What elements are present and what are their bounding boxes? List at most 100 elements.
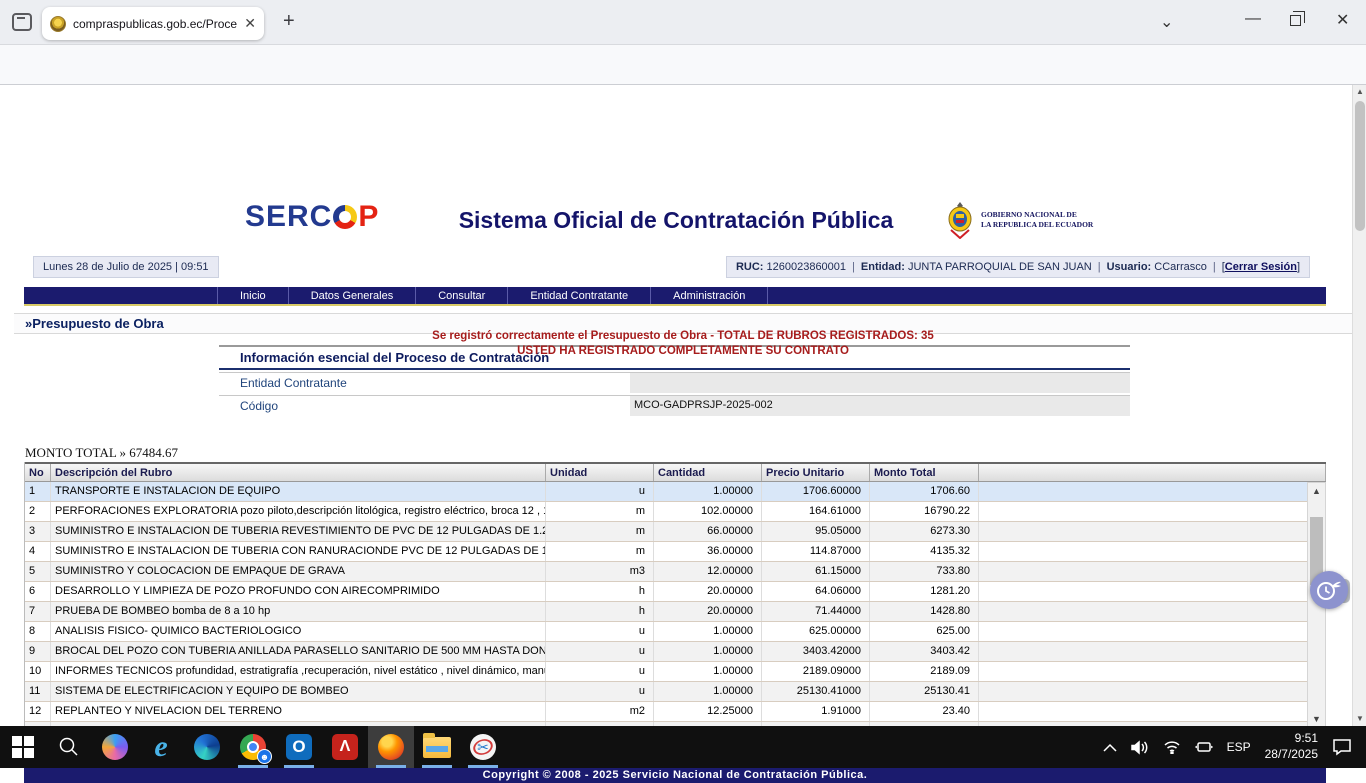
table-row[interactable]: 3SUMINISTRO E INSTALACION DE TUBERIA REV…	[25, 522, 1326, 542]
scroll-up-icon[interactable]: ▲	[1353, 85, 1366, 99]
cell-filler	[979, 482, 1326, 501]
taskbar-chrome-button[interactable]: ☻	[230, 726, 276, 768]
main-menu: InicioDatos GeneralesConsultarEntidad Co…	[24, 287, 1326, 306]
cell-no: 1	[25, 482, 51, 501]
scroll-down-icon[interactable]: ▼	[1353, 712, 1366, 726]
monto-total-label: MONTO TOTAL » 67484.67	[25, 445, 178, 461]
cell-no: 9	[25, 642, 51, 661]
firefox-view-icon[interactable]	[12, 13, 32, 31]
minimize-button[interactable]: —	[1245, 10, 1261, 28]
table-scroll-down-icon[interactable]: ▼	[1308, 711, 1325, 727]
browser-scrollbar[interactable]: ▲ ▼	[1352, 85, 1366, 726]
info-row-entidad: Entidad Contratante	[219, 372, 1130, 393]
language-indicator[interactable]: ESP	[1227, 740, 1251, 754]
cell-cantidad: 1.00000	[654, 682, 762, 701]
cell-filler	[979, 702, 1326, 721]
column-header-unidad[interactable]: Unidad	[546, 464, 654, 481]
table-scroll-up-icon[interactable]: ▲	[1308, 483, 1325, 499]
session-bar: RUC: 1260023860001 | Entidad: JUNTA PARR…	[726, 256, 1310, 278]
cell-descripcion: SUMINISTRO Y COLOCACION DE EMPAQUE DE GR…	[51, 562, 546, 581]
restore-button[interactable]	[1290, 12, 1301, 26]
cell-no: 11	[25, 682, 51, 701]
info-label: Código	[219, 396, 630, 416]
table-body: 1TRANSPORTE E INSTALACION DE EQUIPOu1.00…	[25, 482, 1326, 728]
cell-unidad: m	[546, 502, 654, 521]
cell-monto_total: 4135.32	[870, 542, 979, 561]
extension-clock-badge[interactable]	[1310, 571, 1348, 609]
logout-link[interactable]: Cerrar Sesión	[1225, 261, 1297, 273]
start-button[interactable]	[0, 726, 46, 768]
taskbar-search-button[interactable]	[46, 726, 92, 768]
cell-no: 8	[25, 622, 51, 641]
menu-item-inicio[interactable]: Inicio	[217, 287, 288, 304]
cell-cantidad: 12.00000	[654, 562, 762, 581]
cell-cantidad: 1.00000	[654, 482, 762, 501]
government-emblem: GOBIERNO NACIONAL DE LA REPUBLICA DEL EC…	[945, 201, 1093, 239]
cell-filler	[979, 522, 1326, 541]
list-tabs-chevron-icon[interactable]: ⌄	[1160, 12, 1173, 32]
cell-precio_unitario: 95.05000	[762, 522, 870, 541]
cell-monto_total: 625.00	[870, 622, 979, 641]
cell-unidad: u	[546, 662, 654, 681]
menu-item-datos-generales[interactable]: Datos Generales	[288, 287, 416, 304]
column-header-precio-unitario[interactable]: Precio Unitario	[762, 464, 870, 481]
table-row[interactable]: 11SISTEMA DE ELECTRIFICACION Y EQUIPO DE…	[25, 682, 1326, 702]
clock[interactable]: 9:51 28/7/2025	[1265, 731, 1318, 762]
taskbar-edge-button[interactable]	[184, 726, 230, 768]
cell-no: 5	[25, 562, 51, 581]
cell-precio_unitario: 25130.41000	[762, 682, 870, 701]
tab-close-icon[interactable]: ✕	[244, 15, 256, 32]
cell-unidad: u	[546, 642, 654, 661]
cell-descripcion: PERFORACIONES EXPLORATORIA pozo piloto,d…	[51, 502, 546, 521]
taskbar-ie-button[interactable]: e	[138, 726, 184, 768]
footer-copyright: Copyright © 2008 - 2025 Servicio Naciona…	[24, 767, 1326, 783]
taskbar-snipping-button[interactable]: ✂	[460, 726, 506, 768]
tray-time: 9:51	[1265, 731, 1318, 747]
taskbar-acrobat-button[interactable]: Λ	[322, 726, 368, 768]
cell-descripcion: PRUEBA DE BOMBEO bomba de 8 a 10 hp	[51, 602, 546, 621]
cell-cantidad: 1.00000	[654, 622, 762, 641]
cell-monto_total: 3403.42	[870, 642, 979, 661]
outlook-icon: O	[286, 734, 312, 760]
close-window-button[interactable]: ✕	[1336, 10, 1349, 30]
table-row[interactable]: 1TRANSPORTE E INSTALACION DE EQUIPOu1.00…	[25, 482, 1326, 502]
taskbar-firefox-button[interactable]	[368, 726, 414, 768]
table-row[interactable]: 12REPLANTEO Y NIVELACION DEL TERRENOm212…	[25, 702, 1326, 722]
taskbar-outlook-button[interactable]: O	[276, 726, 322, 768]
menu-item-entidad-contratante[interactable]: Entidad Contratante	[507, 287, 650, 304]
menu-item-administracion[interactable]: Administración	[650, 287, 768, 304]
column-header-cantidad[interactable]: Cantidad	[654, 464, 762, 481]
taskbar-explorer-button[interactable]	[414, 726, 460, 768]
menu-item-consultar[interactable]: Consultar	[415, 287, 507, 304]
table-row[interactable]: 6DESARROLLO Y LIMPIEZA DE POZO PROFUNDO …	[25, 582, 1326, 602]
table-row[interactable]: 10INFORMES TECNICOS profundidad, estrati…	[25, 662, 1326, 682]
cell-unidad: h	[546, 582, 654, 601]
display-connect-icon[interactable]	[1195, 740, 1213, 754]
table-row[interactable]: 9BROCAL DEL POZO CON TUBERIA ANILLADA PA…	[25, 642, 1326, 662]
wifi-icon[interactable]	[1163, 740, 1181, 754]
cell-filler	[979, 582, 1326, 601]
table-row[interactable]: 2PERFORACIONES EXPLORATORIA pozo piloto,…	[25, 502, 1326, 522]
search-icon	[57, 735, 81, 759]
cell-filler	[979, 602, 1326, 621]
column-header-monto-total[interactable]: Monto Total	[870, 464, 979, 481]
column-header-no[interactable]: No	[25, 464, 51, 481]
volume-icon[interactable]	[1131, 740, 1149, 755]
browser-tab[interactable]: compraspublicas.gob.ec/Proce ✕	[42, 7, 264, 40]
cell-no: 7	[25, 602, 51, 621]
cell-no: 2	[25, 502, 51, 521]
table-row[interactable]: 4SUMINISTRO E INSTALACION DE TUBERIA CON…	[25, 542, 1326, 562]
notification-center-icon[interactable]	[1332, 738, 1352, 756]
table-row[interactable]: 7PRUEBA DE BOMBEO bomba de 8 a 10 hph20.…	[25, 602, 1326, 622]
cell-descripcion: SUMINISTRO E INSTALACION DE TUBERIA CON …	[51, 542, 546, 561]
cell-no: 12	[25, 702, 51, 721]
taskbar-copilot-button[interactable]	[92, 726, 138, 768]
government-label: GOBIERNO NACIONAL DE LA REPUBLICA DEL EC…	[981, 210, 1093, 230]
column-header-descripcion-del-rubro[interactable]: Descripción del Rubro	[51, 464, 546, 481]
table-row[interactable]: 8ANALISIS FISICO- QUIMICO BACTERIOLOGICO…	[25, 622, 1326, 642]
table-row[interactable]: 5SUMINISTRO Y COLOCACION DE EMPAQUE DE G…	[25, 562, 1326, 582]
new-tab-button[interactable]: +	[283, 10, 295, 33]
windows-taskbar: e ☻ O Λ ✂ ESP 9:51 28/7/2025	[0, 726, 1366, 768]
scrollbar-thumb[interactable]	[1355, 101, 1365, 231]
tray-chevron-up-icon[interactable]	[1103, 743, 1117, 752]
